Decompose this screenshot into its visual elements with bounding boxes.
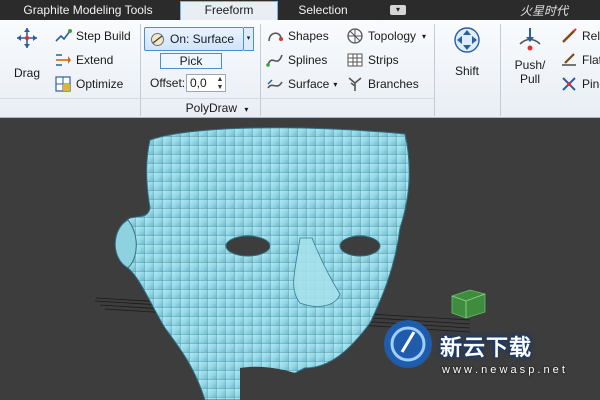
extend-button[interactable]: Extend — [54, 51, 113, 69]
ribbon-tab-bar: Graphite Modeling Tools Freeform Selecti… — [0, 0, 600, 20]
push-pull-button[interactable]: Push/ Pull — [510, 26, 550, 86]
pinch-icon — [560, 75, 578, 93]
optimize-button[interactable]: Optimize — [54, 75, 123, 93]
right-eye-socket — [339, 235, 381, 257]
face-mesh[interactable] — [114, 127, 410, 400]
ribbon-menu-button[interactable]: ▾ — [390, 5, 406, 15]
drag-icon — [15, 26, 39, 50]
tab-freeform[interactable]: Freeform — [180, 1, 278, 20]
splines-icon — [266, 51, 284, 69]
push-pull-label-line2: Pull — [519, 72, 540, 86]
pinch-label: Pinc — [582, 77, 600, 91]
green-box[interactable] — [451, 289, 486, 319]
topology-dropdown-arrow[interactable]: ▾ — [422, 32, 426, 41]
offset-spinner[interactable]: ▲ ▼ — [214, 76, 226, 92]
offset-label: Offset: — [150, 76, 186, 90]
polydraw-panel-footer[interactable]: PolyDraw ▾ — [0, 98, 434, 116]
tab-selection[interactable]: Selection — [278, 0, 368, 20]
surface-draw-icon — [266, 75, 284, 93]
optimize-icon — [54, 75, 72, 93]
pick-button[interactable]: Pick — [160, 53, 222, 69]
drag-button[interactable]: Drag — [10, 26, 44, 80]
branches-button[interactable]: Branches — [346, 75, 419, 93]
flatten-label: Flat — [582, 53, 600, 67]
branches-label: Branches — [368, 77, 419, 91]
polydraw-panel-arrow: ▾ — [244, 105, 249, 114]
step-build-icon — [54, 27, 72, 45]
extend-icon — [54, 51, 72, 69]
shift-button[interactable]: Shift — [450, 26, 484, 78]
shapes-icon — [266, 27, 284, 45]
shapes-label: Shapes — [288, 29, 329, 43]
flatten-button[interactable]: Flat — [560, 51, 600, 69]
topology-label: Topology — [368, 29, 417, 43]
step-build-label: Step Build — [76, 29, 131, 43]
surface-label: Surface — [288, 77, 330, 91]
shift-icon — [453, 26, 481, 54]
site-logo: 火星时代 — [520, 4, 569, 18]
drag-label: Drag — [13, 66, 40, 80]
on-surface-button[interactable]: On: Surface — [144, 27, 244, 51]
shift-label: Shift — [454, 64, 479, 78]
tab-graphite-modeling-tools[interactable]: Graphite Modeling Tools — [0, 0, 176, 20]
surface-dropdown-arrow[interactable]: ▾ — [333, 80, 337, 89]
strips-button[interactable]: Strips — [346, 51, 399, 69]
surface-icon — [150, 32, 165, 47]
branches-icon — [346, 75, 364, 93]
shapes-button[interactable]: Shapes — [266, 27, 329, 45]
strips-icon — [346, 51, 364, 69]
relax-icon — [560, 27, 578, 45]
ribbon-panel: Drag Step Build Extend Optimize On: Surf… — [0, 20, 600, 118]
optimize-label: Optimize — [76, 77, 124, 91]
push-pull-label-line1: Push/ — [514, 58, 546, 72]
splines-button[interactable]: Splines — [266, 51, 327, 69]
offset-value: 0,0 — [190, 76, 207, 90]
step-build-button[interactable]: Step Build — [54, 27, 131, 45]
relax-button[interactable]: Rela — [560, 27, 600, 45]
strips-label: Strips — [368, 53, 399, 67]
watermark-url: w w w . n e w a s p . n e t — [442, 364, 565, 376]
on-surface-dropdown[interactable]: ▾ — [244, 27, 254, 51]
left-eye-socket — [225, 235, 271, 257]
topology-icon — [346, 27, 364, 45]
polydraw-panel-label: PolyDraw — [185, 101, 237, 115]
on-surface-label: On: Surface — [170, 32, 235, 46]
extend-label: Extend — [76, 53, 114, 67]
topology-button[interactable]: Topology ▾ — [346, 27, 426, 45]
watermark-name: 新云下载 — [440, 335, 533, 360]
ribbon-separator — [500, 24, 501, 116]
flatten-icon — [560, 51, 578, 69]
watermark-logo — [384, 320, 432, 368]
relax-label: Rela — [582, 29, 600, 43]
splines-label: Splines — [288, 53, 328, 67]
push-pull-icon — [516, 26, 544, 54]
pinch-button[interactable]: Pinc — [560, 75, 600, 93]
surface-button[interactable]: Surface ▾ — [266, 75, 337, 93]
ribbon-separator — [434, 24, 435, 116]
